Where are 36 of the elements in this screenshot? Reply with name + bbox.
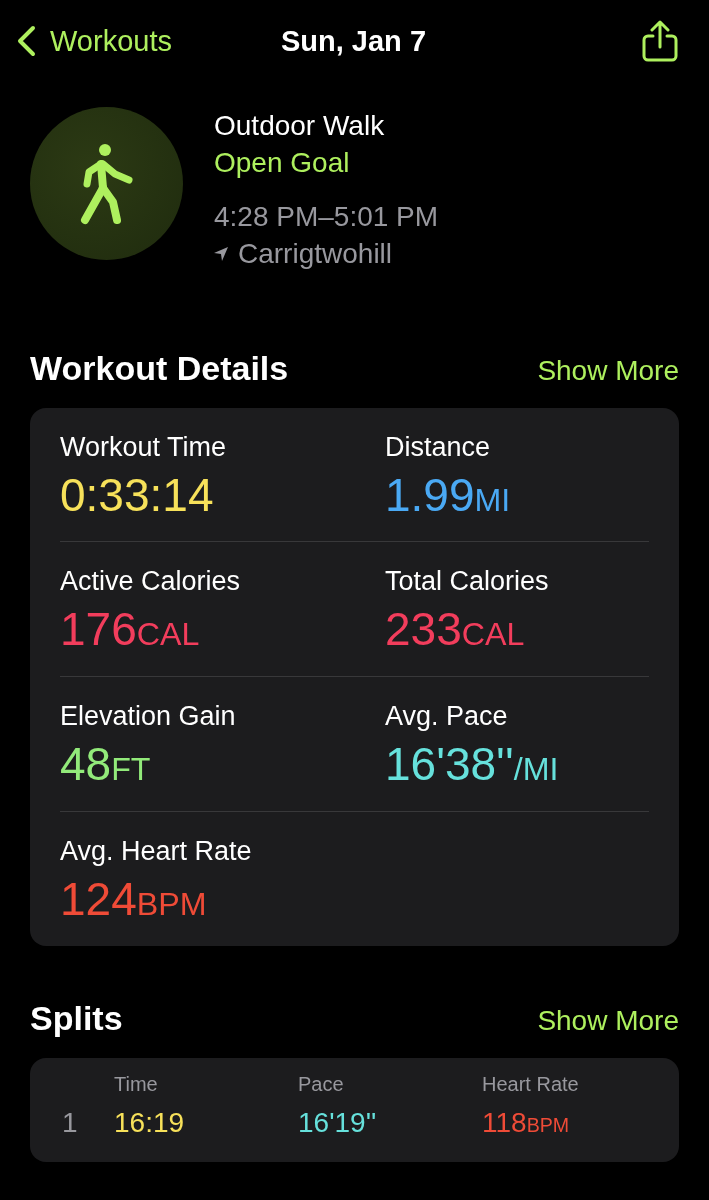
column-header: Pace <box>298 1072 345 1096</box>
metric-value: 16'38''/MI <box>385 738 560 790</box>
metric-value: 233CAL <box>385 603 526 655</box>
metric-label: Distance <box>385 431 492 464</box>
show-more-link[interactable]: Show More <box>537 353 679 389</box>
workout-goal: Open Goal <box>214 146 351 180</box>
metric-value: 48FT <box>60 738 152 790</box>
location-arrow-icon <box>214 246 228 261</box>
workout-type: Outdoor Walk <box>214 109 386 143</box>
metric-value: 0:33:14 <box>60 469 215 521</box>
metric-label: Avg. Heart Rate <box>60 835 253 868</box>
split-value: 16:19 <box>114 1106 186 1140</box>
column-header: Heart Rate <box>482 1072 580 1096</box>
workout-time-range: 4:28 PM–5:01 PM <box>214 200 439 234</box>
section-title: Workout Details <box>30 348 289 389</box>
metric-value: 1.99MI <box>385 469 512 521</box>
metric-label: Active Calories <box>60 565 242 598</box>
nav-title: Sun, Jan 7 <box>279 24 426 59</box>
walking-person-icon <box>78 141 135 226</box>
column-header: Time <box>114 1072 159 1096</box>
show-more-link[interactable]: Show More <box>537 1003 679 1039</box>
share-button[interactable] <box>641 20 679 62</box>
back-button[interactable]: Workouts <box>16 23 172 59</box>
metric-label: Total Calories <box>385 565 550 598</box>
section-title: Splits <box>30 998 123 1039</box>
back-chevron-icon <box>16 25 36 57</box>
split-value: 16'19'' <box>298 1106 378 1140</box>
split-number: 1 <box>61 1106 79 1140</box>
metric-label: Elevation Gain <box>60 700 237 733</box>
workout-location: Carrigtwohill <box>238 237 393 271</box>
metric-value: 176CAL <box>60 603 201 655</box>
share-icon <box>641 20 679 62</box>
metric-label: Avg. Pace <box>385 700 509 733</box>
metric-label: Workout Time <box>60 431 228 464</box>
metric-value: 124BPM <box>60 873 208 925</box>
split-value: 118BPM <box>482 1106 571 1140</box>
